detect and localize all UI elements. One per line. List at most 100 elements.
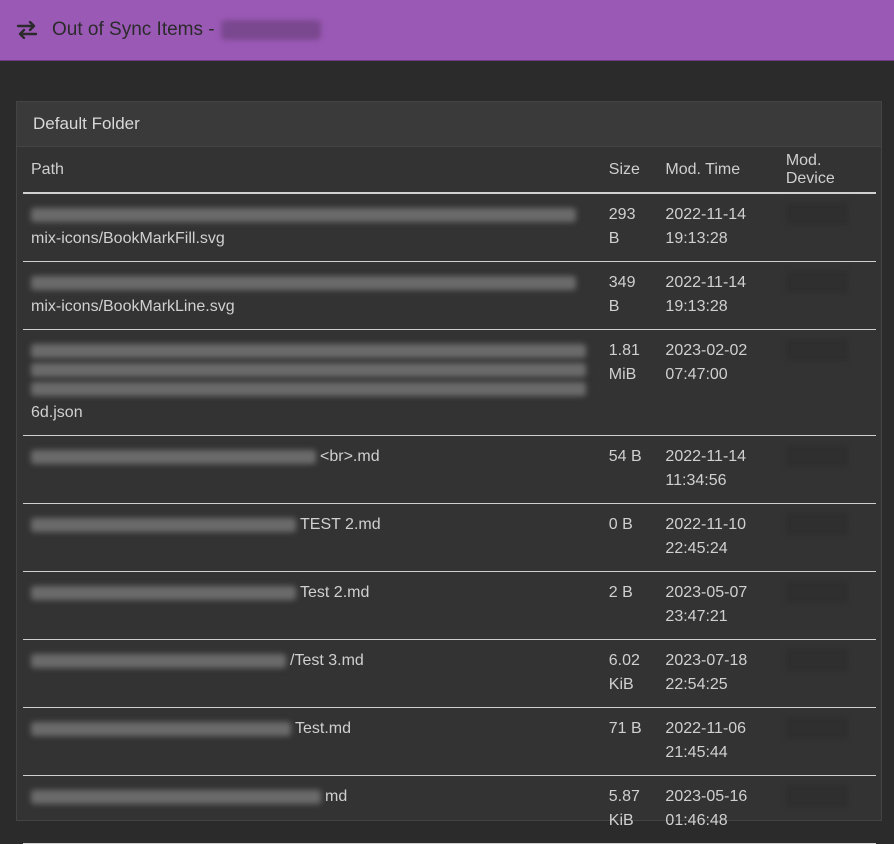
mod-date: 2022-11-14 [665, 206, 747, 223]
folder-title: Default Folder [17, 102, 881, 147]
row-mod-time: 2023-07-18 22:54:25 [657, 639, 778, 708]
mod-clock: 01:46:48 [665, 812, 728, 829]
row-size: 6.02 KiB [600, 639, 658, 708]
path-text: mix-icons/BookMarkFill.svg [31, 230, 225, 247]
mod-clock: 19:13:28 [665, 230, 728, 247]
sync-arrows-icon [16, 21, 38, 39]
redacted-device [785, 717, 848, 739]
folder-panel: Default Folder Path Size Mod. Time Mod. … [16, 101, 882, 844]
row-path: /Test 3.md [23, 639, 601, 708]
row-size: 349 B [600, 261, 658, 330]
table-row[interactable]: /Test 3.md 6.02 KiB 2023-07-18 22:54:25 [23, 639, 876, 708]
redacted-device [785, 271, 848, 293]
redacted-device [785, 513, 848, 535]
mod-date: 2022-11-06 [665, 720, 747, 737]
mod-clock: 23:47:21 [665, 608, 728, 625]
mod-clock: 22:54:25 [665, 676, 728, 693]
table-row[interactable]: TEST 2.md 0 B 2022-11-10 22:45:24 [23, 503, 876, 572]
page-header: Out of Sync Items - [0, 0, 894, 61]
table-row[interactable]: <br>.md 54 B 2022-11-14 11:34:56 [23, 435, 876, 504]
row-mod-device [777, 503, 876, 572]
mod-clock: 07:47:00 [665, 366, 728, 383]
redacted-path [31, 721, 291, 736]
mod-clock: 11:34:56 [665, 472, 727, 489]
path-text: md [325, 788, 348, 805]
row-mod-time: 2023-05-16 01:46:48 [657, 775, 778, 844]
redacted-path [31, 363, 586, 377]
redacted-path [31, 382, 586, 396]
path-text: mix-icons/BookMarkLine.svg [31, 298, 235, 315]
redacted-path [31, 789, 321, 804]
redacted-device [785, 581, 848, 603]
row-path: TEST 2.md [23, 503, 601, 572]
column-header-path[interactable]: Path [23, 147, 601, 194]
table-row[interactable]: md 5.87 KiB 2023-05-16 01:46:48 [23, 775, 876, 844]
mod-date: 2022-11-14 [665, 448, 747, 465]
column-header-size[interactable]: Size [600, 147, 658, 194]
table-row[interactable]: mix-icons/BookMarkFill.svg 293 B 2022-11-1… [23, 193, 876, 262]
row-path: mix-icons/BookMarkLine.svg [23, 261, 601, 330]
row-mod-device [777, 571, 876, 640]
redacted-path [31, 517, 296, 532]
redacted-path [31, 276, 576, 290]
out-of-sync-table: Path Size Mod. Time Mod. Device mix-icon… [23, 147, 876, 844]
row-mod-device [777, 707, 876, 776]
redacted-device [785, 203, 848, 225]
row-size: 2 B [600, 571, 658, 640]
row-path: <br>.md [23, 435, 601, 504]
mod-date: 2023-05-16 [665, 788, 748, 805]
path-text: Test 2.md [300, 584, 370, 601]
row-path: Test.md [23, 707, 601, 776]
path-text: Test.md [295, 720, 352, 737]
row-size: 1.81 MiB [600, 329, 658, 436]
redacted-device [785, 649, 848, 671]
redacted-path [31, 653, 286, 668]
row-mod-device [777, 329, 876, 436]
path-text: <br>.md [320, 448, 380, 465]
page-title: Out of Sync Items - [52, 19, 215, 40]
path-text: 6d.json [31, 404, 83, 421]
mod-date: 2023-02-02 [665, 342, 748, 359]
redacted-path [31, 449, 316, 464]
row-mod-device [777, 639, 876, 708]
redacted-device [785, 445, 848, 467]
table-row[interactable]: Test.md 71 B 2022-11-06 21:45:44 [23, 707, 876, 776]
table-row[interactable]: 6d.json 1.81 MiB 2023-02-02 07:47:00 [23, 329, 876, 436]
row-mod-device [777, 261, 876, 330]
mod-clock: 21:45:44 [665, 744, 728, 761]
row-mod-time: 2022-11-06 21:45:44 [657, 707, 778, 776]
redacted-path [31, 208, 576, 222]
row-mod-time: 2023-02-02 07:47:00 [657, 329, 778, 436]
row-path: Test 2.md [23, 571, 601, 640]
row-size: 71 B [600, 707, 658, 776]
redacted-path [31, 585, 296, 600]
redacted-device [785, 339, 848, 361]
table-row[interactable]: mix-icons/BookMarkLine.svg 349 B 2022-11-1… [23, 261, 876, 330]
row-mod-time: 2022-11-14 19:13:28 [657, 261, 778, 330]
column-header-mod-device[interactable]: Mod. Device [777, 147, 876, 194]
row-size: 54 B [600, 435, 658, 504]
redacted-device-name [220, 20, 321, 40]
row-size: 0 B [600, 503, 658, 572]
mod-date: 2023-07-18 [665, 652, 748, 669]
redacted-path [31, 344, 586, 358]
mod-date: 2023-05-07 [665, 584, 748, 601]
mod-date: 2022-11-14 [665, 274, 747, 291]
row-mod-time: 2022-11-14 11:34:56 [657, 435, 778, 504]
mod-date: 2022-11-10 [665, 516, 747, 533]
mod-clock: 19:13:28 [665, 298, 728, 315]
redacted-device [785, 785, 848, 807]
column-header-mod-time[interactable]: Mod. Time [657, 147, 778, 194]
row-path: mix-icons/BookMarkFill.svg [23, 193, 601, 262]
table-row[interactable]: Test 2.md 2 B 2023-05-07 23:47:21 [23, 571, 876, 640]
mod-clock: 22:45:24 [665, 540, 728, 557]
row-size: 293 B [600, 193, 658, 262]
row-mod-time: 2022-11-14 19:13:28 [657, 193, 778, 262]
row-mod-device [777, 435, 876, 504]
row-path: md [23, 775, 601, 844]
row-mod-device [777, 193, 876, 262]
row-path: 6d.json [23, 329, 601, 436]
row-mod-time: 2023-05-07 23:47:21 [657, 571, 778, 640]
row-mod-time: 2022-11-10 22:45:24 [657, 503, 778, 572]
row-size: 5.87 KiB [600, 775, 658, 844]
